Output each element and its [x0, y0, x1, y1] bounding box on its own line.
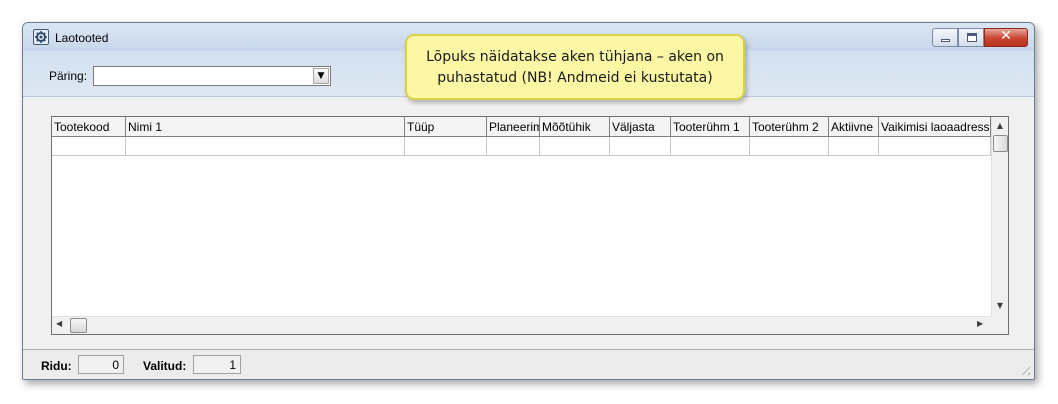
vertical-scroll-thumb[interactable] — [993, 135, 1008, 152]
table-cell[interactable] — [829, 137, 879, 155]
minimize-button[interactable] — [932, 28, 958, 47]
status-bar: Ridu: 0 Valitud: 1 — [23, 349, 1034, 379]
scrollbar-corner — [991, 316, 1008, 334]
close-button[interactable]: ✕ — [984, 28, 1028, 47]
horizontal-scrollbar[interactable]: ◀ ▶ — [52, 316, 992, 334]
window-controls: ✕ — [932, 28, 1028, 47]
callout-line-2: puhastatud (NB! Andmeid ei kustutata) — [437, 70, 713, 86]
selected-label: Valitud: — [143, 359, 187, 373]
table-cell[interactable] — [52, 137, 126, 155]
products-grid[interactable]: Tootekood Nimi 1 Tüüp Planeerim Mõõtühik… — [51, 116, 1009, 335]
callout-line-1: Lõpuks näidatakse aken tühjana – aken on — [426, 49, 724, 65]
column-header-planeerim[interactable]: Planeerim — [487, 117, 540, 137]
maximize-button[interactable] — [958, 28, 984, 47]
maximize-icon — [967, 33, 977, 42]
selected-count: 1 — [193, 355, 241, 374]
table-cell[interactable] — [126, 137, 405, 155]
column-header-nimi[interactable]: Nimi 1 — [126, 117, 405, 137]
scroll-down-icon[interactable]: ▼ — [992, 301, 1008, 310]
column-header-aktiivne[interactable]: Aktiivne — [829, 117, 879, 137]
query-label: Päring: — [49, 69, 88, 83]
table-cell[interactable] — [750, 137, 829, 155]
rows-count: 0 — [78, 355, 124, 374]
window-title: Laotooted — [55, 31, 109, 45]
chevron-down-icon[interactable]: ▼ — [313, 68, 329, 84]
column-header-valjasta[interactable]: Väljasta — [610, 117, 671, 137]
query-select[interactable]: ▼ — [93, 66, 331, 86]
scroll-up-icon[interactable]: ▲ — [992, 121, 1008, 130]
minimize-icon — [941, 39, 950, 42]
column-header-mootuhik[interactable]: Mõõtühik — [540, 117, 610, 137]
table-cell[interactable] — [405, 137, 487, 155]
table-cell[interactable] — [540, 137, 610, 155]
table-cell[interactable] — [879, 137, 991, 155]
annotation-callout: Lõpuks näidatakse aken tühjana – aken on… — [405, 34, 745, 100]
column-header-tooteruhm-2[interactable]: Tooterühm 2 — [750, 117, 829, 137]
horizontal-scroll-thumb[interactable] — [70, 318, 87, 333]
column-header-tyyp[interactable]: Tüüp — [405, 117, 487, 137]
table-cell[interactable] — [610, 137, 671, 155]
grid-header: Tootekood Nimi 1 Tüüp Planeerim Mõõtühik… — [52, 117, 991, 137]
table-cell[interactable] — [487, 137, 540, 155]
vertical-scrollbar[interactable]: ▲ ▼ — [991, 117, 1008, 317]
gear-icon — [33, 29, 49, 45]
table-row[interactable] — [52, 137, 991, 156]
column-header-tooteruhm-1[interactable]: Tooterühm 1 — [671, 117, 750, 137]
rows-label: Ridu: — [41, 359, 72, 373]
scroll-left-icon[interactable]: ◀ — [56, 319, 62, 328]
column-header-tootekood[interactable]: Tootekood — [52, 117, 126, 137]
table-cell[interactable] — [671, 137, 750, 155]
resize-grip-icon[interactable] — [1018, 363, 1030, 375]
close-icon: ✕ — [1000, 28, 1012, 44]
column-header-vaikimisi-laoaadress[interactable]: Vaikimisi laoaadress — [879, 117, 991, 137]
scroll-right-icon[interactable]: ▶ — [977, 319, 983, 328]
